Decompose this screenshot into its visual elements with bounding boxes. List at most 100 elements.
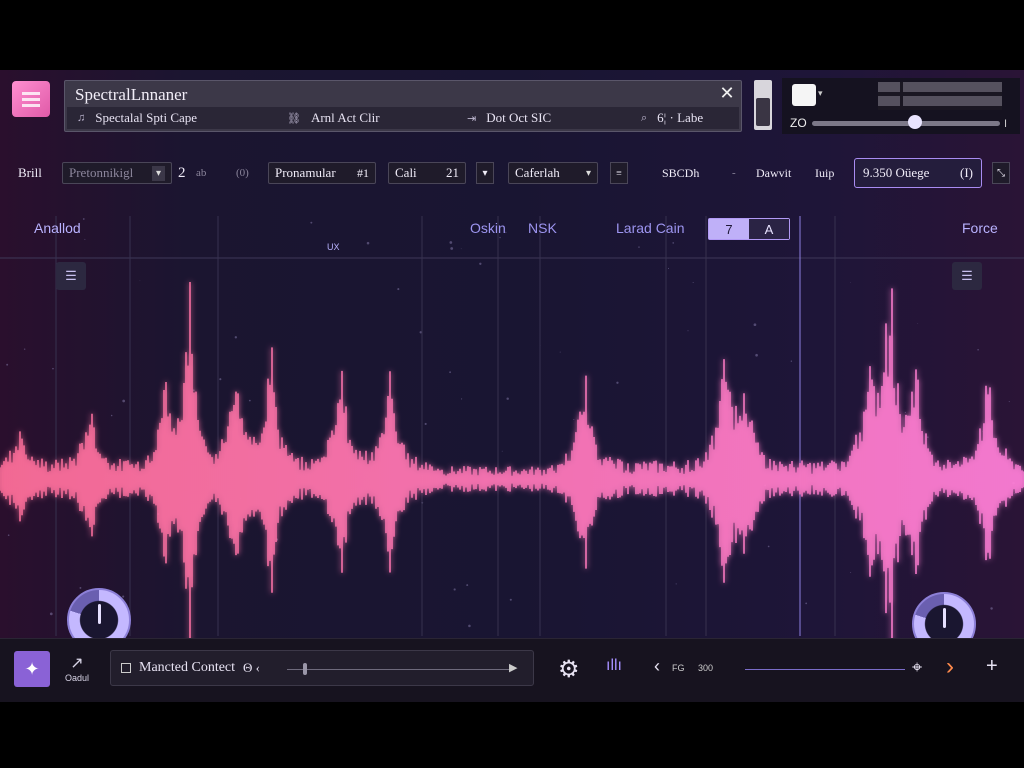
waveform-trace [0, 282, 1024, 640]
star-dot [23, 348, 26, 350]
label-force: Force [962, 220, 998, 236]
star-dot [248, 399, 251, 402]
left-list-icon[interactable]: ☰ [56, 262, 86, 290]
star-dot [449, 371, 451, 374]
output-meter[interactable] [745, 669, 905, 670]
star-dot [850, 282, 851, 283]
star-dot [366, 241, 370, 245]
star-dot [192, 389, 195, 392]
search-icon: ⌕ [641, 111, 648, 124]
toolbar-count[interactable]: 2 [178, 162, 186, 184]
zoom-label: ZO [790, 116, 807, 130]
crosshair-icon[interactable]: ⌖ [912, 657, 922, 678]
caferlah-dropdown[interactable]: Caferlah ▾ [508, 162, 598, 184]
scrollbar-thumb[interactable] [756, 98, 770, 126]
star-dot [692, 281, 694, 284]
chevron-left-icon[interactable]: ‹ [654, 656, 660, 677]
label-larad-cain: Larad Cain [616, 220, 685, 236]
toolbar-sbcdh[interactable]: SBCDh [662, 162, 699, 184]
gear-icon[interactable]: ⚙ [558, 655, 580, 684]
zoom-slider-handle[interactable] [908, 115, 923, 129]
play-icon[interactable]: ▶ [509, 661, 517, 674]
toolbar-zero[interactable]: (0) [236, 162, 249, 184]
time-readout-value: (I) [960, 165, 973, 180]
star-dot [460, 248, 462, 250]
star-dot [52, 367, 54, 370]
sub-item-label: 6¦ · Labe [657, 110, 704, 125]
star-dot [110, 414, 113, 417]
star-dot [675, 583, 677, 585]
pronamular-value: #1 [357, 165, 369, 180]
menu-icon[interactable]: ≡ [610, 162, 628, 184]
marker-label: UX [327, 242, 340, 252]
star-dot [904, 411, 906, 413]
star-dot [49, 612, 53, 616]
sub-item-label: Arnl Act Clir [310, 110, 380, 125]
sub-item-export[interactable]: ⇥ Dot Oct SIC [467, 110, 551, 126]
star-dot [927, 436, 929, 438]
sub-item-network[interactable]: ⛓ Arnl Act Clir [287, 110, 380, 126]
plus-icon[interactable]: + [986, 655, 998, 678]
grid-toggle-icon[interactable] [878, 82, 1002, 110]
toolbar-ab[interactable]: ab [196, 162, 206, 184]
app-logo-icon[interactable] [12, 81, 50, 117]
waveform-icon[interactable]: ıllı [606, 657, 622, 675]
star-dot [559, 351, 561, 353]
note-icon: ♫ [77, 112, 86, 124]
transport-bar[interactable]: Mancted Contect Θ ‹ ▶ [110, 650, 534, 686]
star-dot [687, 330, 689, 332]
stop-icon[interactable] [121, 663, 131, 673]
footer-bar: ✦ ↗ Oadul Mancted Contect Θ ‹ ▶ ⚙ ıllı ‹… [0, 638, 1024, 702]
chevron-right-icon[interactable]: › [946, 653, 954, 681]
star-dot [82, 218, 85, 220]
waveform-plot[interactable]: Anallod Oskin NSK Larad Cain Force UX 7 … [0, 210, 1024, 697]
preset-dropdown[interactable]: Pretonnikigl ▾ [62, 162, 172, 184]
pronamular-dropdown[interactable]: Pronamular #1 [268, 162, 376, 184]
label-anallod: Anallod [34, 220, 81, 236]
toolbar-brill[interactable]: Brill [18, 162, 42, 184]
star-dot [7, 534, 10, 537]
star-dot [1013, 492, 1015, 494]
star-dot [310, 221, 313, 224]
star-dot [501, 450, 503, 452]
star-dot [219, 378, 222, 381]
star-dot [450, 247, 454, 250]
draw-tool[interactable]: ↗ Oadul [62, 653, 92, 683]
star-dot [767, 545, 770, 548]
star-dot [449, 241, 453, 244]
star-dot [460, 398, 463, 400]
toolbar-dawvit[interactable]: Dawvit [756, 162, 791, 184]
ab-toggle-a[interactable]: 7 [709, 219, 749, 239]
star-dot [499, 236, 501, 239]
vertical-scrollbar[interactable] [754, 80, 772, 130]
close-icon[interactable]: ✕ [717, 83, 737, 103]
ab-toggle[interactable]: 7 A [708, 218, 790, 240]
star-dot [79, 586, 82, 589]
color-swatch[interactable] [792, 84, 816, 106]
expand-icon[interactable]: ⤡ [992, 162, 1010, 184]
star-dot [424, 422, 427, 426]
chevron-down-icon[interactable]: ▾ [818, 88, 823, 99]
time-readout[interactable]: 9.350 Oüege (I) [854, 158, 982, 188]
cali-dropdown[interactable]: Cali 21 [388, 162, 466, 184]
ab-toggle-b[interactable]: A [749, 219, 789, 239]
toolbar-iuip[interactable]: Iuip [815, 162, 834, 184]
playhead-handle[interactable] [303, 663, 307, 675]
star-dot [805, 602, 808, 605]
pronamular-label: Pronamular [275, 165, 336, 180]
sub-item-search[interactable]: ⌕ 6¦ · Labe [641, 110, 703, 126]
star-dot [1008, 401, 1010, 403]
chevron-down-icon[interactable]: ▾ [476, 162, 494, 184]
plugin-logo-icon[interactable]: ✦ [14, 651, 50, 687]
toolbar: Brill Pretonnikigl ▾ 2 ab (0) Pronamular… [0, 158, 1024, 188]
star-dot [850, 572, 852, 574]
star-dot [917, 323, 919, 325]
transport-timeline[interactable] [287, 669, 511, 670]
right-list-icon[interactable]: ☰ [952, 262, 982, 290]
zoom-slider[interactable] [812, 121, 1000, 126]
chevron-down-icon: ▾ [585, 167, 591, 179]
label-nsk: NSK [528, 220, 557, 236]
fs-value: 300 [698, 663, 714, 673]
sub-item-note[interactable]: ♫ Spectalal Spti Cape [77, 110, 197, 126]
chevron-down-icon: ▾ [151, 165, 165, 181]
